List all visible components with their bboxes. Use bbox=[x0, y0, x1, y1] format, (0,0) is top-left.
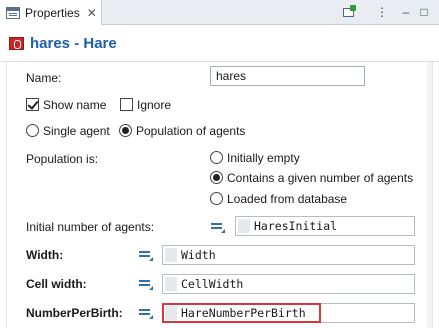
maximize-icon[interactable]: □ bbox=[416, 5, 432, 19]
initially-empty-label: Initially empty bbox=[227, 151, 300, 165]
page-title: hares - Hare bbox=[30, 35, 117, 52]
width-value: Width bbox=[181, 248, 216, 262]
equals-icon[interactable] bbox=[139, 307, 153, 319]
properties-header: hares - Hare bbox=[0, 26, 439, 62]
equals-icon[interactable] bbox=[139, 249, 153, 261]
view-menu-icon[interactable]: ⋮ bbox=[374, 5, 390, 19]
name-label: Name: bbox=[26, 71, 62, 85]
single-agent-label: Single agent bbox=[43, 124, 110, 138]
equals-icon[interactable] bbox=[139, 278, 153, 290]
cell-width-label: Cell width: bbox=[26, 277, 87, 291]
show-name-checkbox[interactable] bbox=[26, 98, 39, 111]
cell-width-value: CellWidth bbox=[181, 277, 244, 291]
scrollbar[interactable] bbox=[427, 62, 432, 328]
name-field[interactable]: hares bbox=[210, 66, 365, 86]
loaded-from-database-radio[interactable] bbox=[210, 192, 223, 205]
initial-number-value: HaresInitial bbox=[254, 219, 338, 233]
width-label: Width: bbox=[26, 248, 64, 262]
ignore-checkbox[interactable] bbox=[120, 98, 133, 111]
equals-icon[interactable] bbox=[211, 221, 225, 233]
initially-empty-radio[interactable] bbox=[210, 151, 223, 164]
given-number-label: Contains a given number of agents bbox=[227, 171, 414, 185]
number-per-birth-label: NumberPerBirth: bbox=[26, 306, 123, 320]
close-icon[interactable]: ✕ bbox=[87, 7, 97, 19]
agent-population-icon bbox=[9, 37, 24, 50]
properties-tab[interactable]: Properties ✕ bbox=[0, 0, 102, 25]
minimize-icon[interactable]: – bbox=[398, 5, 414, 19]
number-per-birth-highlight bbox=[162, 303, 321, 323]
given-number-radio[interactable] bbox=[210, 171, 223, 184]
single-agent-radio[interactable] bbox=[26, 124, 39, 137]
ignore-label: Ignore bbox=[137, 98, 172, 112]
width-field[interactable]: Width bbox=[162, 245, 415, 265]
initial-number-field[interactable]: HaresInitial bbox=[235, 216, 415, 236]
initial-number-label: Initial number of agents: bbox=[26, 220, 155, 234]
pin-editor-icon[interactable] bbox=[342, 5, 356, 19]
properties-icon bbox=[6, 6, 20, 19]
cell-width-field[interactable]: CellWidth bbox=[162, 274, 415, 294]
population-of-agents-label: Population of agents bbox=[136, 124, 246, 138]
view-tab-bar: Properties ✕ ⋮ – □ bbox=[0, 0, 439, 25]
population-is-label: Population is: bbox=[26, 152, 99, 166]
population-of-agents-radio[interactable] bbox=[119, 124, 132, 137]
show-name-label: Show name bbox=[43, 98, 107, 112]
properties-panel: Name: hares Show name Ignore Single agen… bbox=[6, 62, 433, 328]
properties-tab-label: Properties bbox=[25, 5, 80, 20]
loaded-from-database-label: Loaded from database bbox=[227, 192, 348, 206]
